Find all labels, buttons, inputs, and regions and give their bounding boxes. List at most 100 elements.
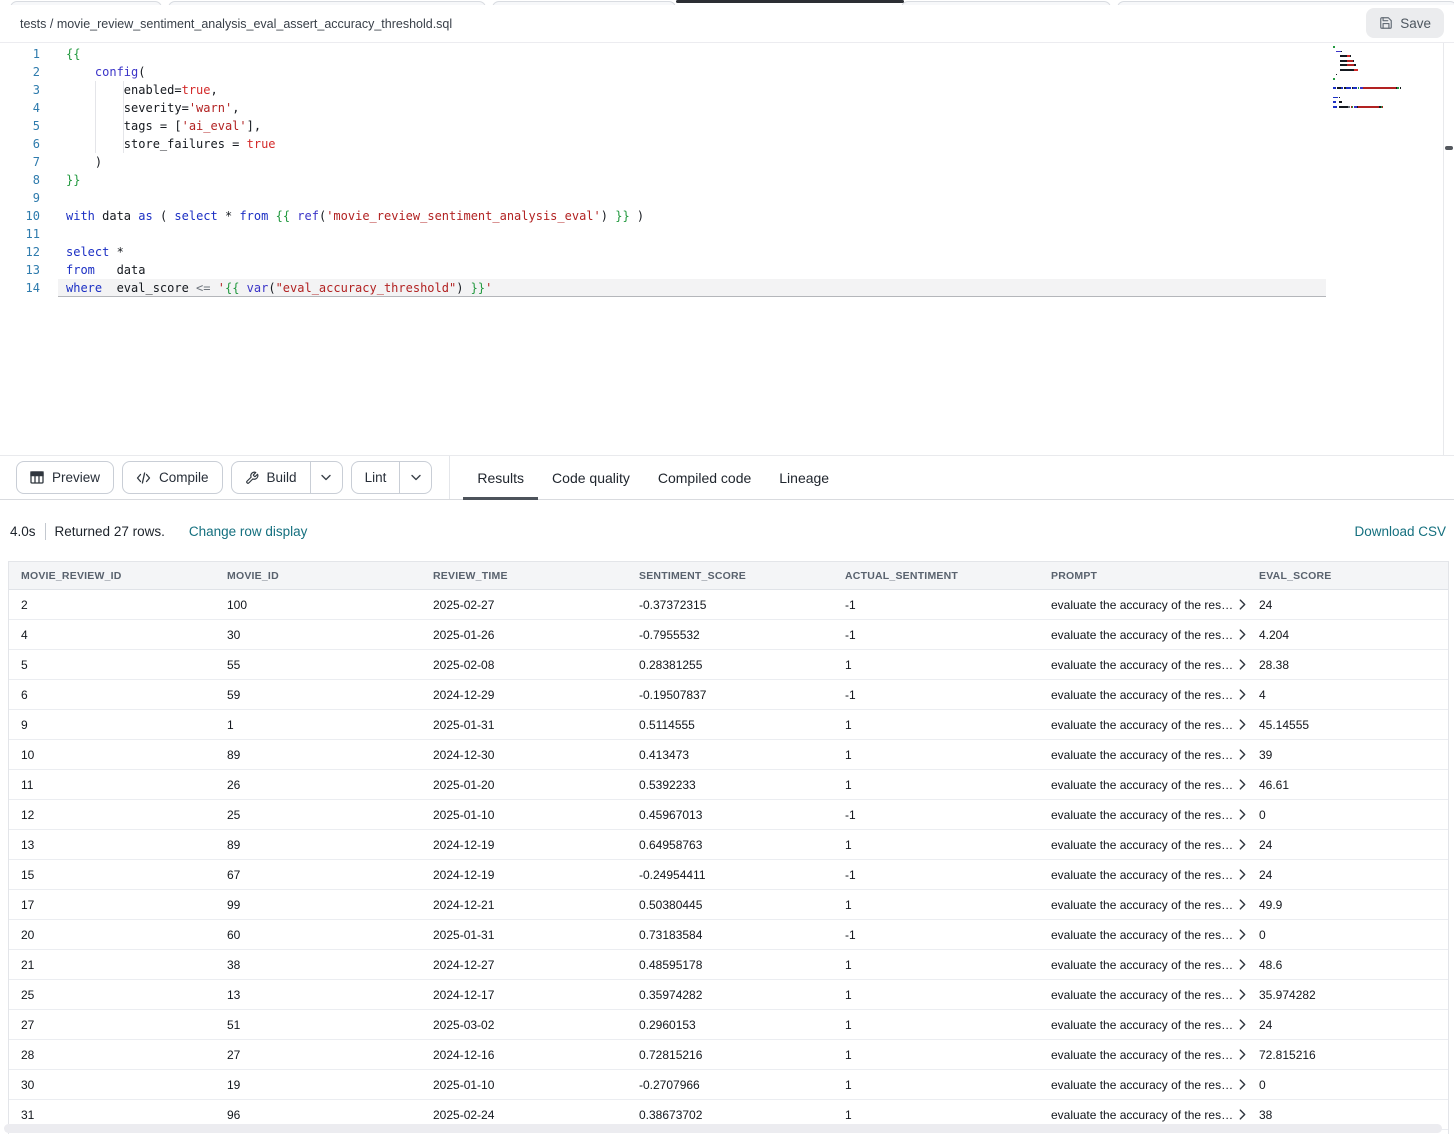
breadcrumb[interactable]: tests / movie_review_sentiment_analysis_… [0, 17, 452, 31]
expand-cell-chevron-icon[interactable] [1239, 869, 1246, 880]
expand-cell-chevron-icon[interactable] [1239, 1109, 1246, 1120]
prompt-cell[interactable]: evaluate the accuracy of the res… [1039, 868, 1247, 882]
expand-cell-chevron-icon[interactable] [1239, 809, 1246, 820]
table-cell: 2 [9, 598, 215, 612]
code-line[interactable]: 14where eval_score <= '{{ var("eval_accu… [0, 279, 1454, 297]
expand-cell-chevron-icon[interactable] [1239, 659, 1246, 670]
expand-cell-chevron-icon[interactable] [1239, 749, 1246, 760]
code-line[interactable]: 10with data as ( select * from {{ ref('m… [0, 207, 1454, 225]
table-cell: -1 [833, 598, 1039, 612]
vertical-scrollbar-thumb[interactable] [1445, 146, 1453, 150]
table-row: 6592024-12-29-0.19507837-1evaluate the a… [9, 680, 1448, 710]
prompt-cell[interactable]: evaluate the accuracy of the res… [1039, 778, 1247, 792]
prompt-cell[interactable]: evaluate the accuracy of the res… [1039, 718, 1247, 732]
table-cell: 38 [215, 958, 421, 972]
prompt-cell[interactable]: evaluate the accuracy of the res… [1039, 658, 1247, 672]
expand-cell-chevron-icon[interactable] [1239, 839, 1246, 850]
tab-compiled-code[interactable]: Compiled code [644, 456, 765, 499]
table-cell: 12 [9, 808, 215, 822]
indent-guide [123, 81, 124, 153]
code-line[interactable]: 11 [0, 225, 1454, 243]
expand-cell-chevron-icon[interactable] [1239, 959, 1246, 970]
prompt-cell[interactable]: evaluate the accuracy of the res… [1039, 928, 1247, 942]
code-line[interactable]: 5 tags = ['ai_eval'], [0, 117, 1454, 135]
expand-cell-chevron-icon[interactable] [1239, 1019, 1246, 1030]
code-line[interactable]: 3 enabled=true, [0, 81, 1454, 99]
prompt-cell[interactable]: evaluate the accuracy of the res… [1039, 628, 1247, 642]
preview-button-main[interactable]: Preview [17, 462, 113, 493]
expand-cell-chevron-icon[interactable] [1239, 599, 1246, 610]
code-editor-lines: 1{{2 config(3 enabled=true,4 severity='w… [0, 45, 1454, 297]
expand-cell-chevron-icon[interactable] [1239, 989, 1246, 1000]
prompt-cell[interactable]: evaluate the accuracy of the res… [1039, 988, 1247, 1002]
table-cell: 2025-01-26 [421, 628, 627, 642]
prompt-cell[interactable]: evaluate the accuracy of the res… [1039, 1078, 1247, 1092]
prompt-cell[interactable]: evaluate the accuracy of the res… [1039, 688, 1247, 702]
prompt-cell[interactable]: evaluate the accuracy of the res… [1039, 598, 1247, 612]
build-button[interactable]: Build [231, 461, 343, 494]
tab-results[interactable]: Results [463, 456, 538, 499]
code-line[interactable]: 12select * [0, 243, 1454, 261]
prompt-cell[interactable]: evaluate the accuracy of the res… [1039, 1108, 1247, 1122]
horizontal-scrollbar-thumb[interactable] [4, 1124, 1442, 1133]
prompt-cell[interactable]: evaluate the accuracy of the res… [1039, 808, 1247, 822]
expand-cell-chevron-icon[interactable] [1239, 779, 1246, 790]
table-cell: 0.45967013 [627, 808, 833, 822]
build-dropdown-toggle[interactable] [310, 462, 342, 493]
table-cell: 2025-01-10 [421, 1078, 627, 1092]
line-number: 4 [0, 99, 40, 117]
prompt-cell[interactable]: evaluate the accuracy of the res… [1039, 958, 1247, 972]
table-cell: 0.5114555 [627, 718, 833, 732]
prompt-cell[interactable]: evaluate the accuracy of the res… [1039, 1018, 1247, 1032]
expand-cell-chevron-icon[interactable] [1239, 1079, 1246, 1090]
column-header-movie-id: MOVIE_ID [215, 570, 421, 582]
code-editor[interactable]: 1{{2 config(3 enabled=true,4 severity='w… [0, 42, 1454, 455]
code-line[interactable]: 2 config( [0, 63, 1454, 81]
lint-button[interactable]: Lint [351, 461, 433, 494]
code-line[interactable]: 8}} [0, 171, 1454, 189]
code-line[interactable]: 4 severity='warn', [0, 99, 1454, 117]
code-line[interactable]: 6 store_failures = true [0, 135, 1454, 153]
prompt-cell[interactable]: evaluate the accuracy of the res… [1039, 898, 1247, 912]
expand-cell-chevron-icon[interactable] [1239, 689, 1246, 700]
prompt-cell[interactable]: evaluate the accuracy of the res… [1039, 838, 1247, 852]
download-csv-link[interactable]: Download CSV [1354, 524, 1446, 539]
table-cell: 25 [9, 988, 215, 1002]
prompt-cell[interactable]: evaluate the accuracy of the res… [1039, 1048, 1247, 1062]
expand-cell-chevron-icon[interactable] [1239, 629, 1246, 640]
save-button[interactable]: Save [1366, 8, 1444, 38]
expand-cell-chevron-icon[interactable] [1239, 719, 1246, 730]
expand-cell-chevron-icon[interactable] [1239, 929, 1246, 940]
lint-button-main[interactable]: Lint [352, 462, 400, 493]
tab-lineage[interactable]: Lineage [765, 456, 843, 499]
table-cell: 21 [9, 958, 215, 972]
table-cell: 1 [833, 658, 1039, 672]
code-line[interactable]: 9 [0, 189, 1454, 207]
compile-button[interactable]: Compile [122, 461, 223, 494]
expand-cell-chevron-icon[interactable] [1239, 1049, 1246, 1060]
build-button-main[interactable]: Build [232, 462, 310, 493]
prompt-cell[interactable]: evaluate the accuracy of the res… [1039, 748, 1247, 762]
code-text: enabled=true, [66, 81, 218, 99]
table-row: 13892024-12-190.649587631evaluate the ac… [9, 830, 1448, 860]
code-line[interactable]: 7 ) [0, 153, 1454, 171]
change-row-display-link[interactable]: Change row display [189, 524, 308, 539]
minimap[interactable] [1333, 46, 1425, 110]
lint-dropdown-toggle[interactable] [399, 462, 431, 493]
toolbar-divider [449, 456, 450, 499]
table-cell: 1 [833, 748, 1039, 762]
table-cell: 67 [215, 868, 421, 882]
expand-cell-chevron-icon[interactable] [1239, 899, 1246, 910]
line-number: 12 [0, 243, 40, 261]
table-cell: 24 [1247, 598, 1448, 612]
line-number: 3 [0, 81, 40, 99]
table-cell: -1 [833, 868, 1039, 882]
code-line[interactable]: 1{{ [0, 45, 1454, 63]
table-cell: 51 [215, 1018, 421, 1032]
table-cell: -0.19507837 [627, 688, 833, 702]
preview-button[interactable]: Preview [16, 461, 114, 494]
tab-code-quality[interactable]: Code quality [538, 456, 644, 499]
table-cell: 38 [1247, 1108, 1448, 1122]
compile-button-main[interactable]: Compile [123, 462, 222, 493]
code-line[interactable]: 13from data [0, 261, 1454, 279]
